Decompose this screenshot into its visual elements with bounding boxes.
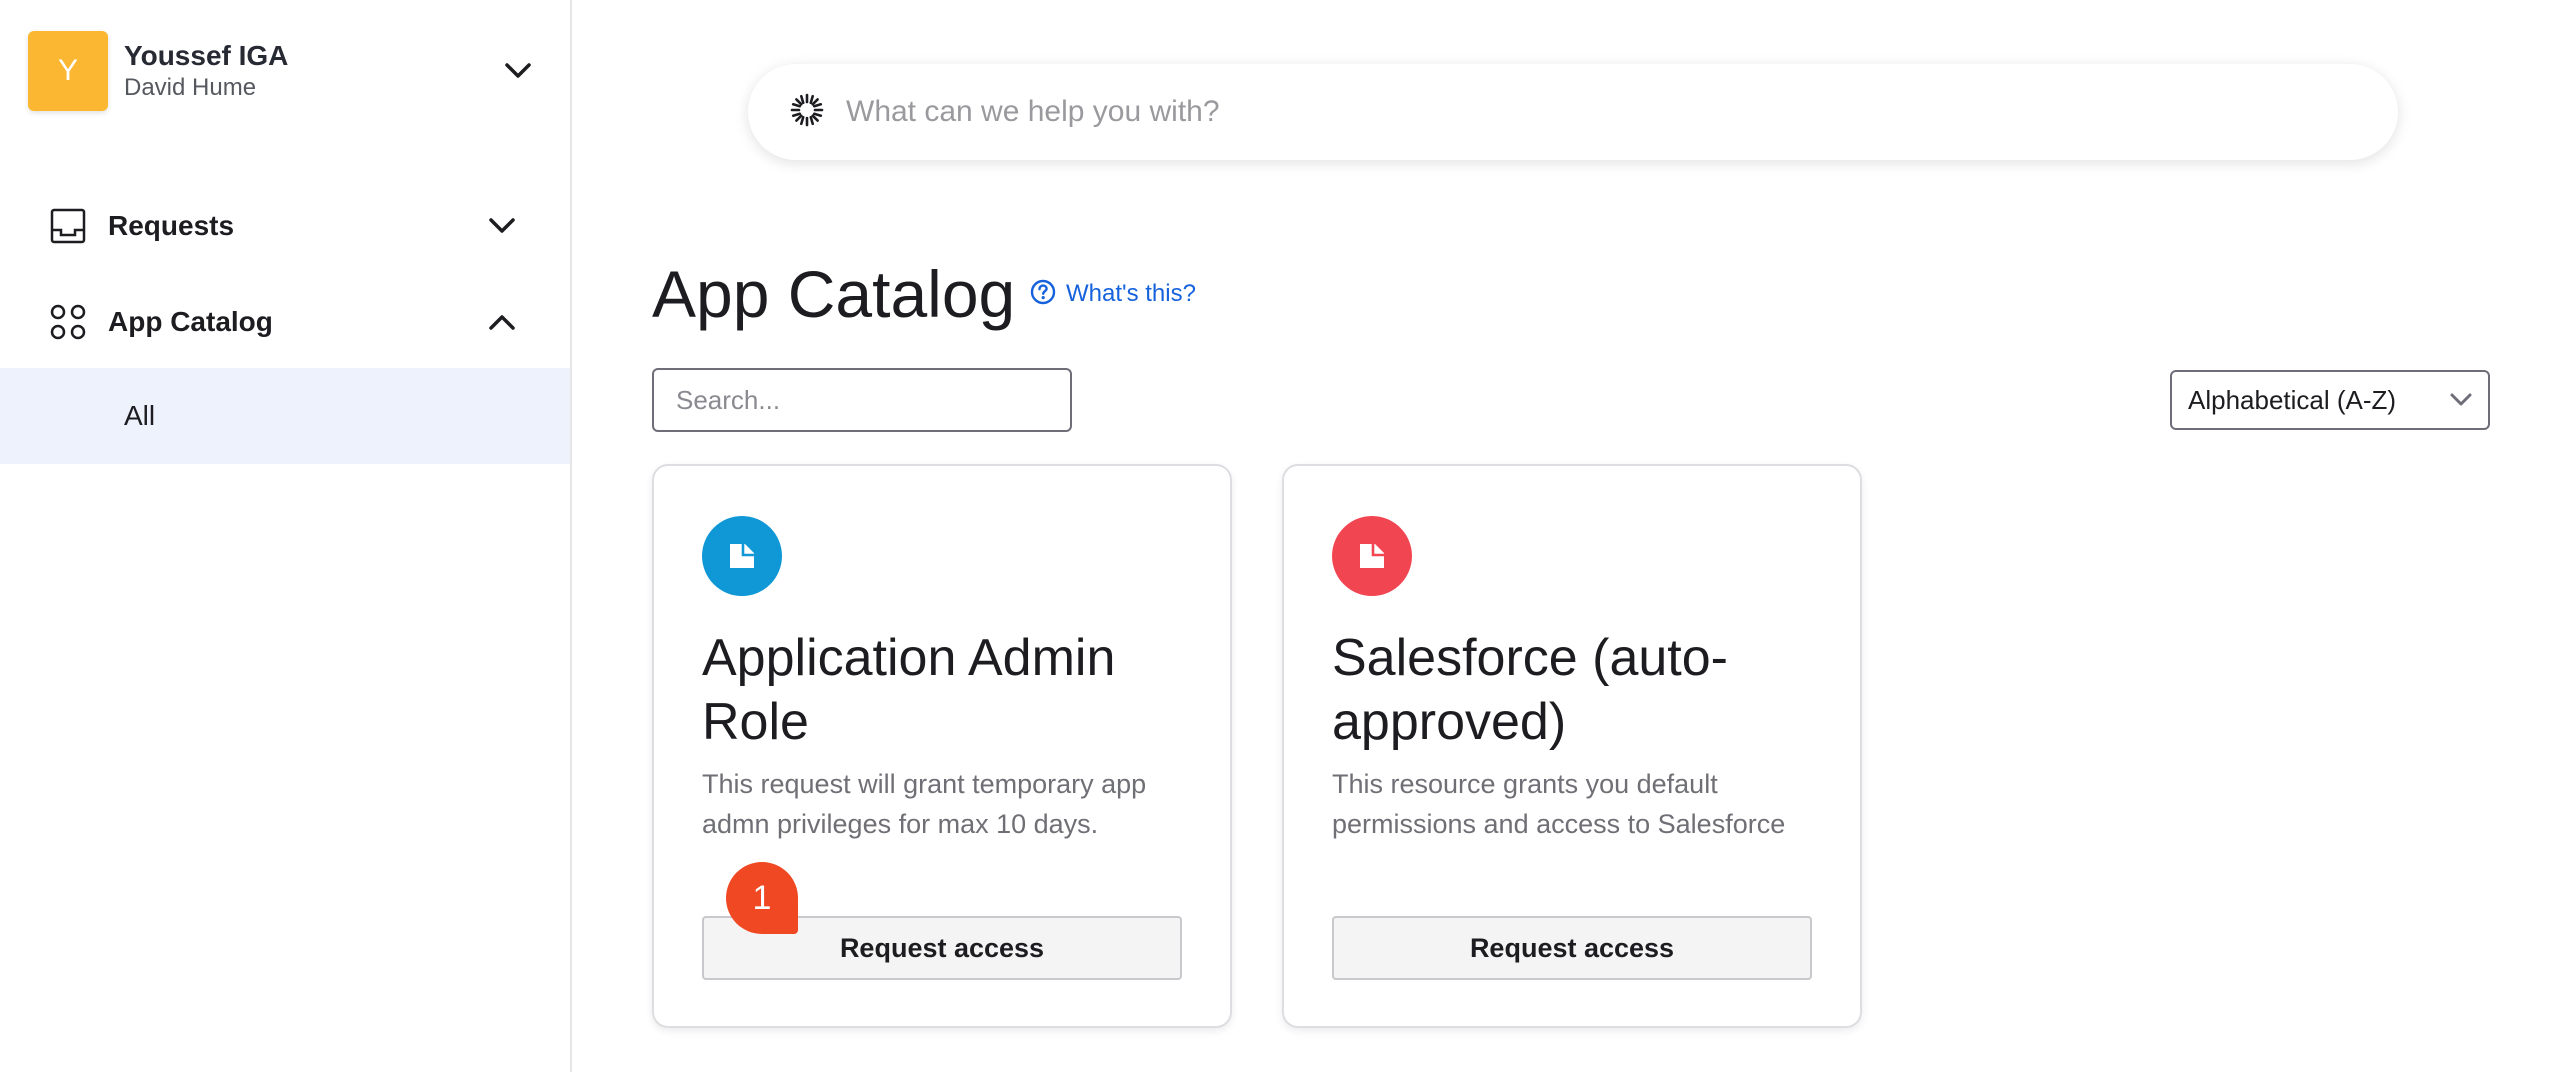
catalog-search-input[interactable] xyxy=(652,368,1072,432)
app-card-title: Application Admin Role xyxy=(702,629,1116,751)
org-text: Youssef IGA David Hume xyxy=(124,39,498,103)
global-search-input[interactable] xyxy=(846,95,2246,129)
spinner-icon xyxy=(790,93,824,132)
org-name: Youssef IGA xyxy=(124,40,289,71)
sidebar-item-label: Requests xyxy=(108,210,235,241)
sidebar: Y Youssef IGA David Hume Requests App Ca… xyxy=(0,0,572,1072)
chevron-up-icon[interactable] xyxy=(482,302,522,342)
app-card: Salesforce (auto-approved) This resource… xyxy=(1282,464,1862,1028)
app-card: Application Admin Role This request will… xyxy=(652,464,1232,1028)
sidebar-item-requests[interactable]: Requests xyxy=(0,178,570,274)
app-card-description: This request will grant temporary app ad… xyxy=(702,769,1147,839)
chevron-down-icon xyxy=(2446,380,2476,420)
document-icon xyxy=(1332,516,1412,596)
inbox-icon xyxy=(50,208,86,244)
app-root: Y Youssef IGA David Hume Requests App Ca… xyxy=(0,0,2564,1072)
apps-grid-icon xyxy=(50,304,86,340)
sidebar-item-label: App Catalog xyxy=(108,306,273,337)
org-switcher[interactable]: Y Youssef IGA David Hume xyxy=(28,30,538,112)
document-icon xyxy=(702,516,782,596)
page-title: App Catalog xyxy=(652,257,1016,331)
sidebar-subitem-all[interactable]: All xyxy=(0,368,570,464)
help-circle-icon xyxy=(1030,279,1056,310)
sort-select[interactable]: Alphabetical (A-Z) xyxy=(2170,370,2490,430)
chevron-down-icon[interactable] xyxy=(498,51,538,91)
request-access-button[interactable]: Request access xyxy=(1332,916,1812,980)
whats-this-link[interactable]: What's this? xyxy=(1030,278,1196,310)
chevron-down-icon[interactable] xyxy=(482,206,522,246)
app-card-title: Salesforce (auto-approved) xyxy=(1332,629,1728,751)
sort-select-value: Alphabetical (A-Z) xyxy=(2188,384,2397,415)
org-user-name: David Hume xyxy=(124,74,257,101)
org-avatar: Y xyxy=(28,31,108,111)
whats-this-label: What's this? xyxy=(1066,280,1196,307)
app-card-description: This resource grants you default permiss… xyxy=(1332,769,1786,839)
global-search-bar[interactable] xyxy=(748,64,2398,160)
sidebar-item-app-catalog[interactable]: App Catalog xyxy=(0,274,570,370)
guide-step-badge[interactable]: 1 xyxy=(726,862,798,934)
